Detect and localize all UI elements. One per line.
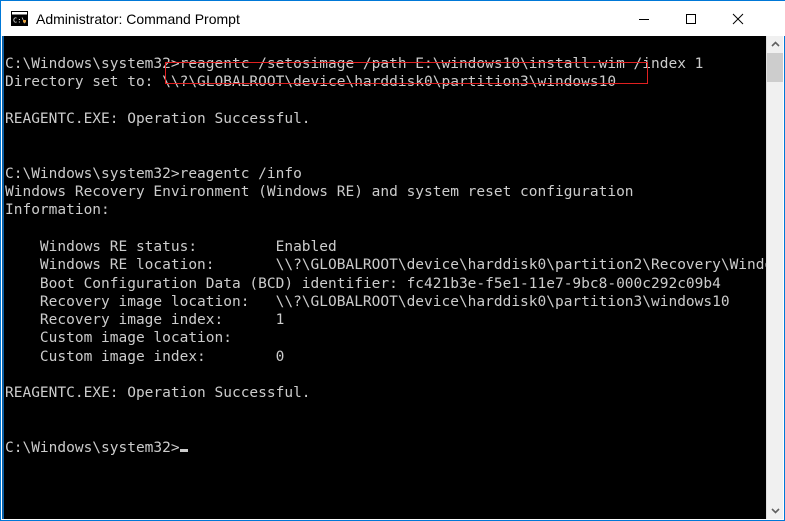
scroll-up-arrow-icon[interactable] [767, 36, 783, 53]
title-bar[interactable]: C:\ Administrator: Command Prompt [1, 0, 785, 36]
vertical-scrollbar[interactable] [766, 36, 783, 519]
scroll-down-arrow-icon[interactable] [767, 502, 783, 519]
command-prompt-window: C:\ Administrator: Command Prompt C:\Win… [0, 0, 785, 521]
window-title: Administrator: Command Prompt [36, 11, 240, 27]
scroll-thumb[interactable] [767, 53, 783, 82]
console-output-area[interactable]: C:\Windows\system32>reagentc /setosimage… [2, 36, 768, 519]
console-text: C:\Windows\system32>reagentc /setosimage… [5, 56, 768, 457]
close-button[interactable] [715, 1, 761, 36]
console-cursor [179, 449, 188, 453]
console-icon: C:\ [11, 11, 28, 26]
console-prompt: C:\Windows\system32> [5, 440, 180, 457]
minimize-button[interactable] [621, 1, 667, 36]
maximize-button[interactable] [668, 1, 714, 36]
